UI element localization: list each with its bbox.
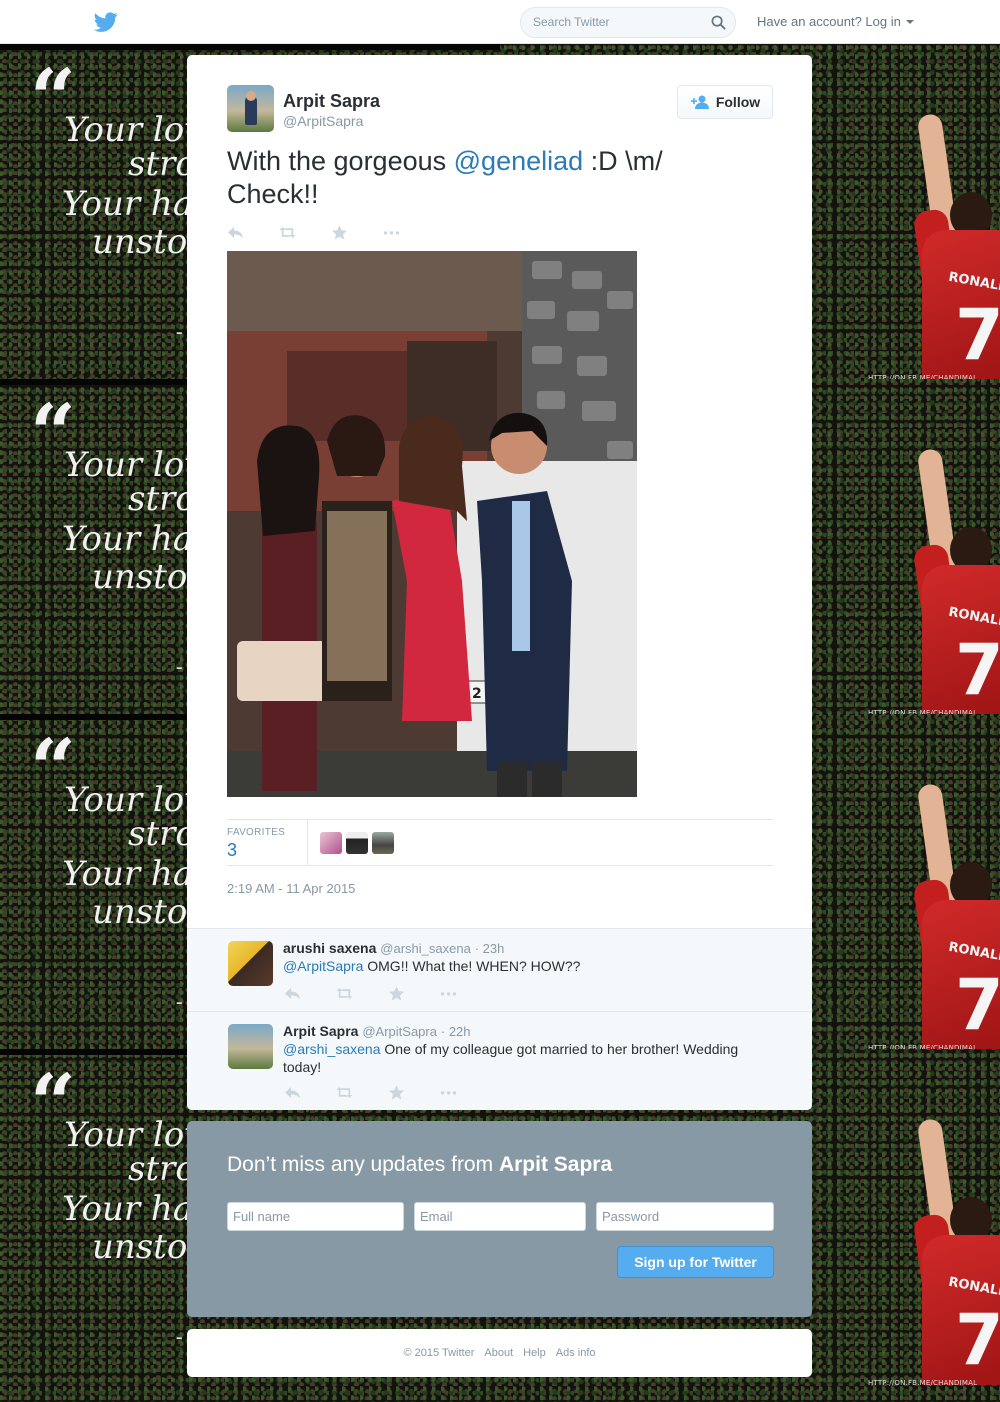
favorites-count[interactable]: 3 xyxy=(227,840,237,861)
login-link[interactable]: Log in xyxy=(865,14,900,29)
reply-text: @arshi_saxena One of my colleague got ma… xyxy=(283,1041,739,1075)
footer-copyright: © 2015 Twitter xyxy=(403,1347,475,1359)
reply-list: arushi saxena @arshi_saxena · 23h @Arpit… xyxy=(187,928,812,1110)
top-navigation-bar: Have an account? Log in xyxy=(0,0,1000,44)
reply-avatar[interactable] xyxy=(228,1024,273,1069)
retweet-icon[interactable] xyxy=(336,984,388,1002)
signup-title: Don’t miss any updates from Arpit Sapra xyxy=(227,1153,613,1176)
tweet-text: With the gorgeous @geneliad :D \m/ Check… xyxy=(227,146,663,209)
follow-user-icon xyxy=(690,95,709,109)
player-illustration: RONALDO 7 xyxy=(870,112,1000,379)
stats-divider xyxy=(307,820,308,866)
signup-panel: Don’t miss any updates from Arpit Sapra … xyxy=(187,1121,812,1317)
caret-down-icon[interactable] xyxy=(905,20,914,24)
retweet-icon[interactable] xyxy=(279,223,331,241)
tweet-actions xyxy=(227,223,435,241)
reply-header: Arpit Sapra @ArpitSapra · 22h xyxy=(283,1023,471,1039)
footer-link-ads-info[interactable]: Ads info xyxy=(556,1347,596,1359)
footer: © 2015 Twitter About Help Ads info xyxy=(187,1329,812,1377)
reply-item[interactable]: arushi saxena @arshi_saxena · 23h @Arpit… xyxy=(187,929,812,1011)
email-field[interactable] xyxy=(414,1202,586,1231)
reply-time[interactable]: · 22h xyxy=(441,1024,471,1039)
author-handle[interactable]: @ArpitSapra xyxy=(283,113,363,129)
search-input[interactable] xyxy=(533,15,703,29)
player-illustration: RONALDO 7 xyxy=(870,447,1000,714)
mention-link[interactable]: @ArpitSapra xyxy=(283,958,363,974)
reply-text: @ArpitSapra OMG!! What the! WHEN? HOW?? xyxy=(283,958,581,974)
group-photo-illustration: 2 DJ 25 xyxy=(227,251,637,797)
favorites-label: FAVORITES xyxy=(227,827,286,838)
tweet-permalink-card: Arpit Sapra @ArpitSapra Follow With the … xyxy=(187,55,812,1110)
favorite-star-icon[interactable] xyxy=(388,984,440,1002)
more-dots-icon[interactable] xyxy=(383,223,435,241)
favorite-star-icon[interactable] xyxy=(388,1083,440,1101)
follow-button[interactable]: Follow xyxy=(677,85,773,119)
footer-link-about[interactable]: About xyxy=(484,1347,513,1359)
player-illustration: RONALDO 7 xyxy=(870,782,1000,1049)
reply-actions xyxy=(284,984,492,1002)
search-box xyxy=(520,7,736,38)
favoriter-avatar[interactable] xyxy=(320,832,342,854)
reply-actions xyxy=(284,1083,492,1101)
account-prompt: Have an account? xyxy=(757,14,862,29)
reply-icon[interactable] xyxy=(284,984,336,1002)
reply-author-handle[interactable]: @arshi_saxena xyxy=(380,941,471,956)
tweet-photo[interactable]: 2 DJ 25 xyxy=(227,251,637,797)
favoriter-avatars xyxy=(320,832,394,854)
tweet-stats: FAVORITES 3 xyxy=(227,819,773,866)
login-area: Have an account? Log in xyxy=(757,14,914,29)
reply-avatar[interactable] xyxy=(228,941,273,986)
full-name-field[interactable] xyxy=(227,1202,404,1231)
favorite-star-icon[interactable] xyxy=(331,223,383,241)
favoriter-avatar[interactable] xyxy=(372,832,394,854)
reply-author-name[interactable]: arushi saxena xyxy=(283,940,376,956)
search-icon[interactable] xyxy=(711,15,726,30)
reply-author-handle[interactable]: @ArpitSapra xyxy=(362,1024,437,1039)
reply-icon[interactable] xyxy=(284,1083,336,1101)
reply-icon[interactable] xyxy=(227,223,279,241)
reply-item[interactable]: Arpit Sapra @ArpitSapra · 22h @arshi_sax… xyxy=(187,1011,812,1110)
author-name[interactable]: Arpit Sapra xyxy=(283,91,380,112)
twitter-bird-icon[interactable] xyxy=(94,10,118,34)
more-dots-icon[interactable] xyxy=(440,1083,492,1101)
mention-link[interactable]: @arshi_saxena xyxy=(283,1041,381,1057)
follow-label: Follow xyxy=(715,94,761,110)
more-dots-icon[interactable] xyxy=(440,984,492,1002)
reply-author-name[interactable]: Arpit Sapra xyxy=(283,1023,358,1039)
password-field[interactable] xyxy=(596,1202,774,1231)
player-illustration: RONALDO 7 xyxy=(870,1117,1000,1385)
tweet-timestamp[interactable]: 2:19 AM - 11 Apr 2015 xyxy=(227,881,355,896)
favoriter-avatar[interactable] xyxy=(346,832,368,854)
author-avatar[interactable] xyxy=(227,85,274,132)
signup-button[interactable]: Sign up for Twitter xyxy=(617,1246,774,1278)
reply-header: arushi saxena @arshi_saxena · 23h xyxy=(283,940,504,956)
footer-link-help[interactable]: Help xyxy=(523,1347,546,1359)
reply-time[interactable]: · 23h xyxy=(475,941,505,956)
mention-link[interactable]: @geneliad xyxy=(454,146,584,176)
retweet-icon[interactable] xyxy=(336,1083,388,1101)
